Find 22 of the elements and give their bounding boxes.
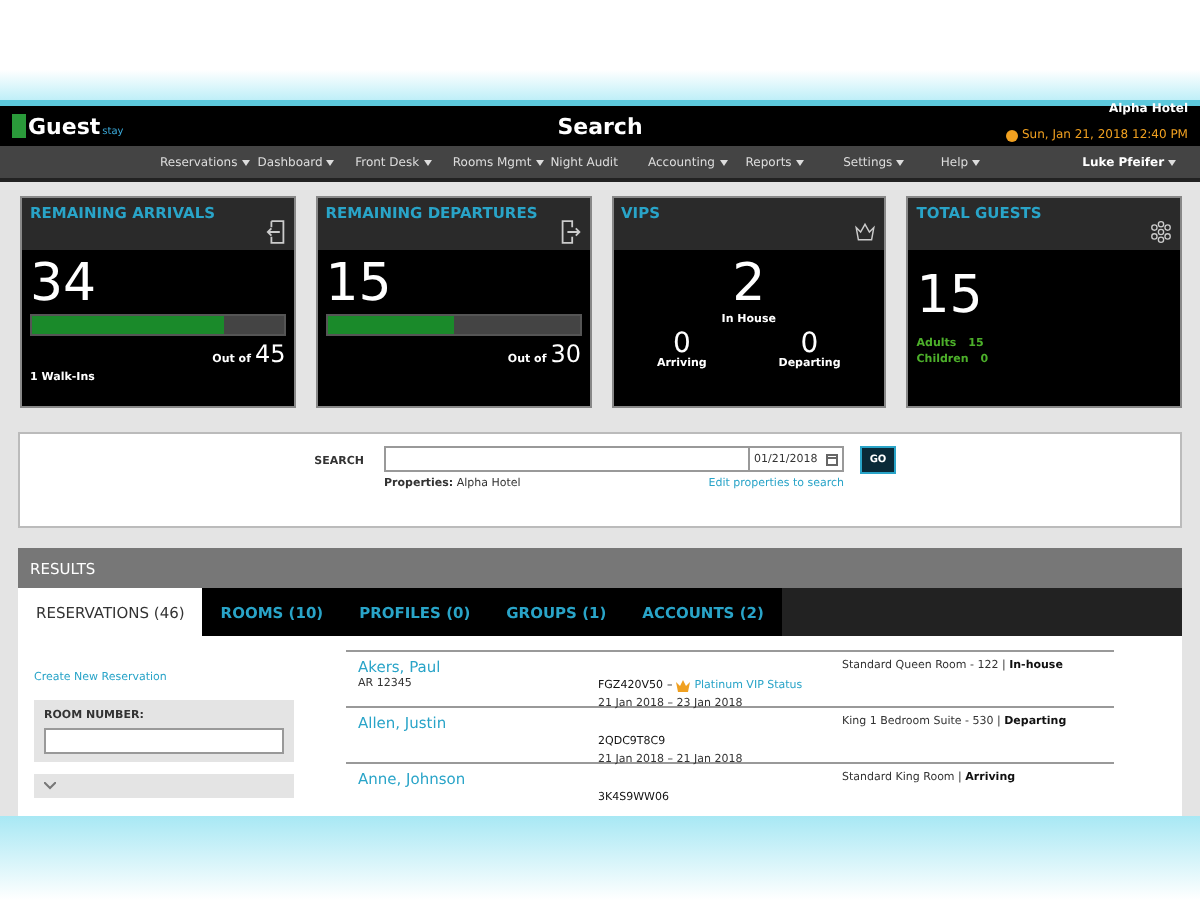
logo-text: Guest (28, 116, 101, 138)
count-value: 15 (325, 254, 394, 314)
count-value: 34 (30, 254, 99, 314)
count-value: 15 (916, 266, 985, 326)
stat-value: 0 (800, 330, 819, 358)
search-field[interactable] (384, 446, 750, 472)
caret-icon (1168, 159, 1177, 165)
crown-icon (676, 680, 691, 692)
chevron-icon (44, 781, 56, 791)
page-title: Search (555, 113, 645, 139)
exit-door-icon (559, 220, 581, 244)
total-value: 30 (550, 340, 581, 368)
crown-icon (854, 220, 877, 244)
room-number-field[interactable] (44, 728, 284, 754)
count-value: 2 (732, 254, 766, 314)
logo-mark-icon (12, 114, 26, 138)
people-group-icon (1150, 220, 1172, 244)
calendar-icon (826, 453, 838, 465)
stat-value: 0 (672, 330, 691, 358)
total-value: 45 (254, 340, 286, 368)
enter-door-icon (263, 220, 286, 244)
clock-alert-icon (1005, 130, 1018, 142)
